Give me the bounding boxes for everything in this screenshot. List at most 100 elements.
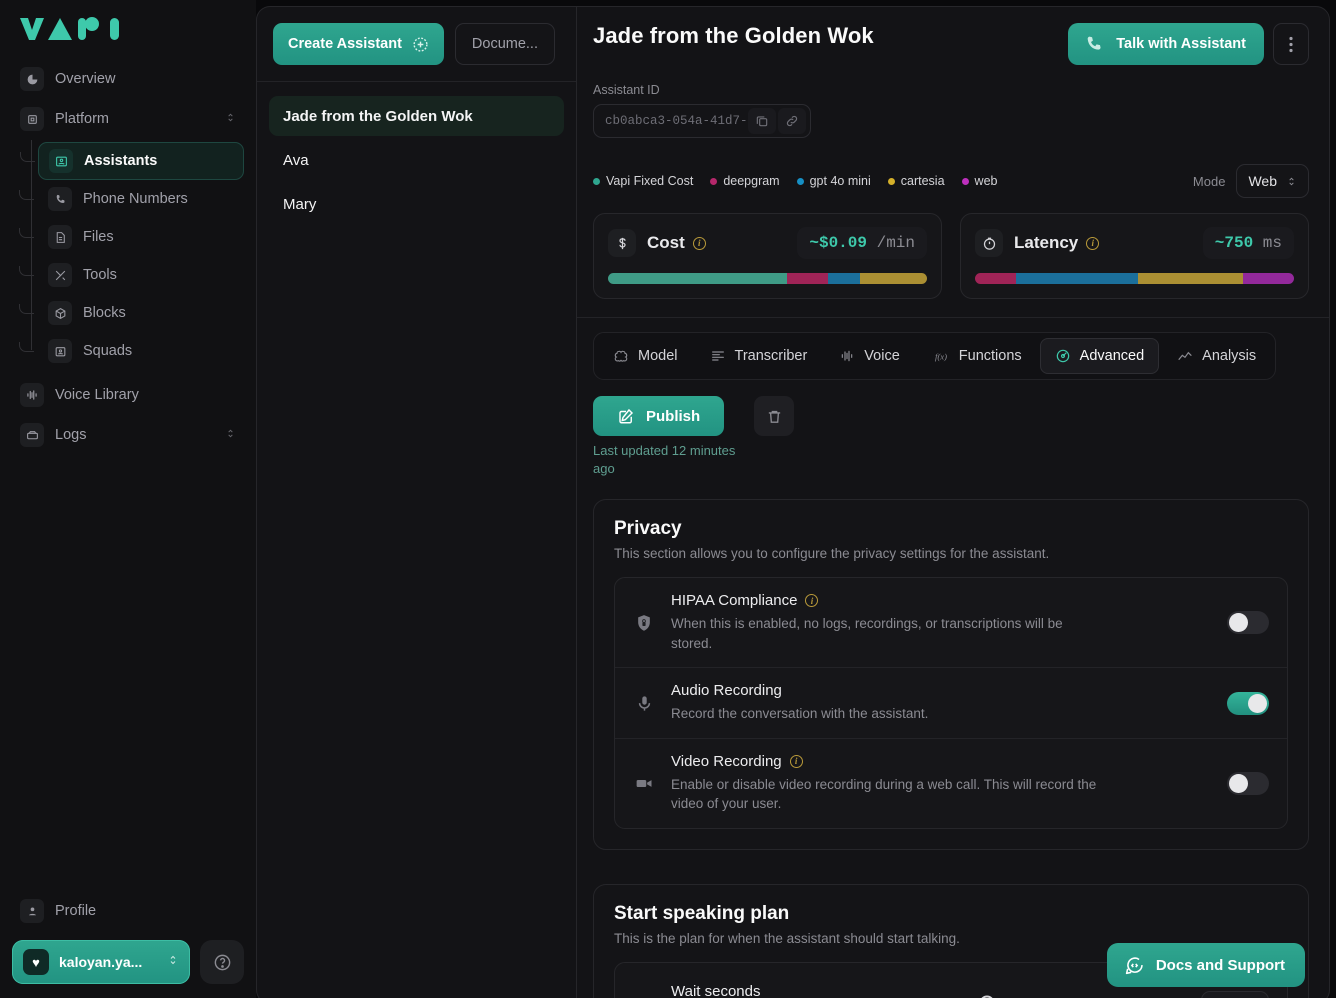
copy-button[interactable] <box>748 108 776 134</box>
squad-icon <box>48 339 72 363</box>
info-icon[interactable]: i <box>693 237 706 250</box>
cost-title: Cost <box>647 233 685 253</box>
sidebar-item-blocks[interactable]: Blocks <box>38 294 244 332</box>
info-icon[interactable]: i <box>790 755 803 768</box>
sidebar-item-voice-library[interactable]: Voice Library <box>12 376 244 414</box>
legend-label: deepgram <box>723 174 779 188</box>
info-icon[interactable]: i <box>1086 237 1099 250</box>
svg-text:f(x): f(x) <box>935 351 947 361</box>
docs-and-support-button[interactable]: Docs and Support <box>1107 943 1305 987</box>
sidebar-item-phone-numbers[interactable]: Phone Numbers <box>38 180 244 218</box>
legend-item: cartesia <box>888 174 945 188</box>
setting-row-audio-recording: Audio Recording Record the conversation … <box>615 668 1287 739</box>
mode-label: Mode <box>1193 174 1226 189</box>
legend-label: web <box>975 174 998 188</box>
legend-label: Vapi Fixed Cost <box>606 174 693 188</box>
sidebar-footer: Profile ♥ kaloyan.ya... <box>0 892 256 998</box>
vapi-logo-icon <box>18 14 124 44</box>
user-account-switcher[interactable]: ♥ kaloyan.ya... <box>12 940 190 984</box>
assistant-list: Jade from the Golden Wok Ava Mary <box>257 82 576 238</box>
list-item[interactable]: Mary <box>269 184 564 224</box>
publish-label: Publish <box>646 408 700 425</box>
chart-line-icon <box>1177 348 1193 364</box>
sidebar-item-squads[interactable]: Squads <box>38 332 244 370</box>
delete-button[interactable] <box>754 396 794 436</box>
sidebar: Overview Platform <box>0 0 256 998</box>
hipaa-compliance-toggle[interactable] <box>1227 611 1269 634</box>
list-item[interactable]: Ava <box>269 140 564 180</box>
tab-functions[interactable]: f(x) Functions <box>918 338 1036 374</box>
sidebar-item-tools[interactable]: Tools <box>38 256 244 294</box>
cost-card-header: Cost i ~$0.09 /min <box>608 227 927 259</box>
sidebar-item-profile[interactable]: Profile <box>12 892 244 930</box>
shield-lock-icon <box>633 613 655 633</box>
legend-item: deepgram <box>710 174 779 188</box>
legend-dot <box>962 178 969 185</box>
plus-circle-icon <box>412 36 429 53</box>
tab-label: Transcriber <box>735 348 808 364</box>
tab-advanced[interactable]: Advanced <box>1040 338 1160 374</box>
microphone-icon <box>633 694 655 713</box>
talk-label: Talk with Assistant <box>1116 36 1246 52</box>
user-name: kaloyan.ya... <box>59 954 142 970</box>
row-body: Audio Recording Record the conversation … <box>671 682 1211 724</box>
user-row: ♥ kaloyan.ya... <box>12 940 244 984</box>
latency-card-header: Latency i ~750 ms <box>975 227 1294 259</box>
mode-control: Mode Web <box>1193 164 1309 198</box>
documentation-button[interactable]: Docume... <box>455 23 555 65</box>
tab-analysis[interactable]: Analysis <box>1163 338 1270 374</box>
sidebar-item-logs[interactable]: Logs <box>12 416 244 454</box>
link-button[interactable] <box>778 108 806 134</box>
sidebar-item-assistants[interactable]: Assistants <box>38 142 244 180</box>
tab-label: Model <box>638 348 678 364</box>
edit-icon <box>617 407 635 425</box>
list-item[interactable]: Jade from the Golden Wok <box>269 96 564 136</box>
info-icon[interactable]: i <box>805 594 818 607</box>
config-tabs: Model Transcriber Voice <box>593 332 1276 380</box>
publish-button[interactable]: Publish <box>593 396 724 436</box>
app-logo[interactable] <box>0 0 256 60</box>
audio-recording-toggle[interactable] <box>1227 692 1269 715</box>
sidebar-item-label: Squads <box>83 343 132 359</box>
sidebar-item-label: Assistants <box>84 153 157 169</box>
tab-label: Analysis <box>1202 348 1256 364</box>
mode-select[interactable]: Web <box>1236 164 1309 198</box>
privacy-rows: HIPAA Compliance i When this is enabled,… <box>614 577 1288 829</box>
row-body: HIPAA Compliance i When this is enabled,… <box>671 592 1211 653</box>
cost-card: Cost i ~$0.09 /min <box>593 213 942 299</box>
page-title: Jade from the Golden Wok <box>593 23 874 49</box>
assistant-id-field[interactable]: cb0abca3-054a-41d7-... <box>593 104 811 138</box>
sidebar-item-platform[interactable]: Platform <box>12 100 244 138</box>
file-icon <box>48 225 72 249</box>
tab-transcriber[interactable]: Transcriber <box>696 338 822 374</box>
copy-icon <box>755 114 769 128</box>
sidebar-item-label: Voice Library <box>55 387 139 403</box>
chevron-updown-icon <box>167 953 179 971</box>
latency-card: Latency i ~750 ms <box>960 213 1309 299</box>
talk-with-assistant-button[interactable]: Talk with Assistant <box>1068 23 1264 65</box>
video-recording-toggle[interactable] <box>1227 772 1269 795</box>
bar-segment <box>1016 273 1137 284</box>
phone-icon <box>48 187 72 211</box>
more-options-button[interactable] <box>1273 23 1309 65</box>
sidebar-item-files[interactable]: Files <box>38 218 244 256</box>
cost-breakdown-bar <box>608 273 927 284</box>
tab-voice[interactable]: Voice <box>825 338 913 374</box>
tab-model[interactable]: Model <box>599 338 692 374</box>
chevron-updown-icon <box>225 427 236 443</box>
code-chat-icon <box>1124 955 1145 976</box>
pie-chart-icon <box>20 67 44 91</box>
sidebar-item-overview[interactable]: Overview <box>12 60 244 98</box>
cost-value: ~$0.09 <box>809 234 867 252</box>
wait-seconds-value[interactable]: 0.4 <box>1201 991 1269 998</box>
link-icon <box>785 114 799 128</box>
row-title-wrap: Wait seconds <box>671 983 953 998</box>
legend-dot <box>593 178 600 185</box>
create-assistant-button[interactable]: Create Assistant <box>273 23 444 65</box>
avatar: ♥ <box>23 949 49 975</box>
legend-item: web <box>962 174 998 188</box>
create-assistant-label: Create Assistant <box>288 36 402 52</box>
privacy-section: Privacy This section allows you to confi… <box>593 499 1309 850</box>
help-button[interactable] <box>200 940 244 984</box>
bar-segment <box>608 273 787 284</box>
